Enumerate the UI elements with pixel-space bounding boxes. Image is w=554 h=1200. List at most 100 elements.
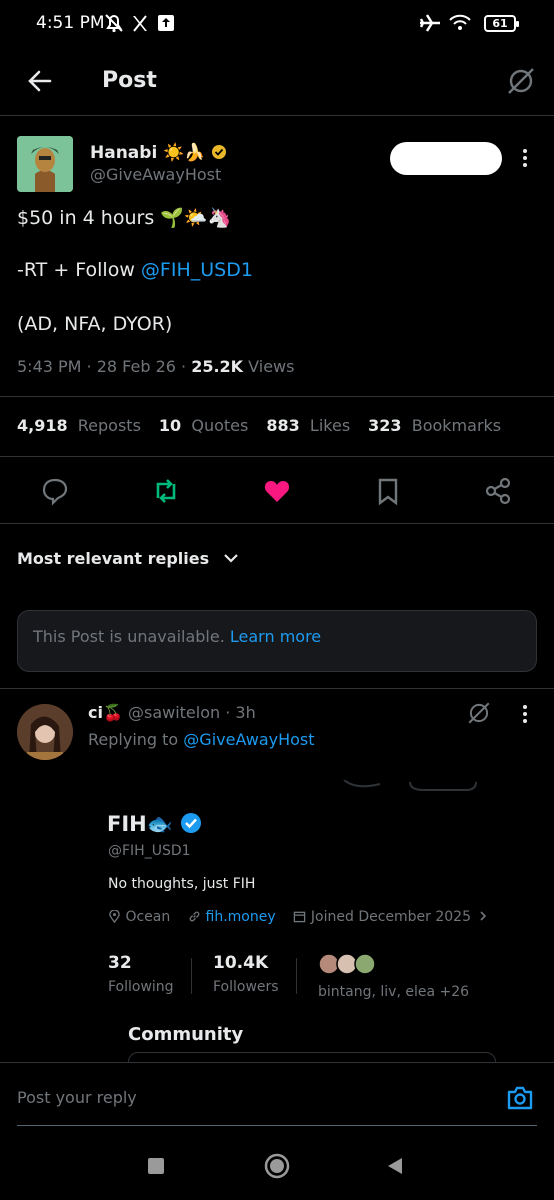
likes-stat[interactable]: 883 Likes (266, 416, 350, 435)
reply-avatar-image (17, 704, 73, 760)
post-line-1: $50 in 4 hours 🌱🌤️🦄 (17, 207, 232, 229)
location-icon (109, 909, 120, 924)
reply-input[interactable]: Post your reply (17, 1088, 137, 1107)
followers-label: Followers (213, 979, 279, 995)
following-count: 32 (108, 953, 132, 973)
engagement-stats: 4,918 Reposts 10 Quotes 883 Likes 323 Bookm… (17, 416, 501, 435)
divider (0, 688, 554, 689)
follower-avatars (318, 953, 376, 975)
bookmarks-count: 323 (368, 416, 402, 435)
author-name[interactable]: Hanabi ☀️🍌 (90, 143, 227, 163)
verified-gold-badge-icon (212, 145, 227, 159)
profile-card-handle: @FIH_USD1 (108, 843, 191, 859)
views-count: 25.2K (191, 357, 244, 376)
bookmark-icon[interactable] (373, 476, 403, 506)
status-bar: 4:51 PM 61 (0, 0, 554, 48)
replying-to-prefix: Replying to (88, 730, 184, 749)
reply-sort-dropdown[interactable]: Most relevant replies (17, 549, 239, 568)
grok-icon[interactable] (466, 700, 492, 726)
followed-by-names: bintang, liv, elea +26 (318, 984, 470, 1000)
page-title: Post (102, 68, 157, 93)
airplane-icon (419, 14, 440, 32)
profile-location: Ocean (125, 909, 171, 925)
share-icon[interactable] (483, 476, 513, 506)
followers-count: 10.4K (213, 953, 269, 973)
home-icon[interactable] (264, 1153, 290, 1179)
bookmarks-stat[interactable]: 323 Bookmarks (368, 416, 501, 435)
status-time: 4:51 PM (36, 13, 105, 33)
reposts-label: Reposts (77, 416, 141, 435)
author-name-text: Hanabi (90, 143, 158, 163)
cropped-buttons-edge (343, 780, 477, 791)
post-meta: 5:43 PM · 28 Feb 26 · 25.2K Views (17, 357, 294, 376)
top-app-bar: Post (0, 48, 554, 116)
divider (0, 523, 554, 524)
reply-icon[interactable] (40, 476, 70, 506)
chevron-down-icon (223, 554, 238, 563)
quotes-count: 10 (158, 416, 182, 435)
quotes-label: Quotes (191, 416, 249, 435)
author-handle[interactable]: @GiveAwayHost (90, 165, 221, 184)
wifi-icon (449, 14, 471, 30)
link-icon (189, 911, 200, 922)
author-avatar[interactable] (17, 136, 73, 192)
likes-count: 883 (266, 416, 300, 435)
unavailable-text: This Post is unavailable. (33, 627, 230, 646)
following-stat: 32 Following (108, 953, 174, 995)
grok-icon[interactable] (505, 65, 537, 97)
bookmarks-label: Bookmarks (411, 416, 502, 435)
likes-label: Likes (309, 416, 351, 435)
camera-icon[interactable] (506, 1085, 534, 1111)
profile-website: fih.money (205, 909, 276, 925)
reply-more-options-icon[interactable] (515, 702, 535, 726)
post-line-3: (AD, NFA, DYOR) (17, 313, 173, 335)
author-avatar-image (17, 136, 73, 192)
battery-indicator: 61 (484, 15, 519, 32)
community-heading: Community (128, 1024, 244, 1045)
post-timestamp[interactable]: 5:43 PM · 28 Feb 26 · (17, 357, 191, 376)
x-logo-icon (133, 15, 147, 32)
profile-card-name-text: FIH🐟 (107, 812, 173, 836)
profile-card-name: FIH🐟 (107, 812, 202, 837)
calendar-icon (294, 911, 306, 923)
reposts-stat[interactable]: 4,918 Reposts (17, 416, 141, 435)
views-label: Views (243, 357, 295, 376)
post-line-2-text: -RT + Follow (17, 259, 141, 281)
profile-joined: Joined December 2025 (310, 909, 471, 925)
author-name-emojis: ☀️🍌 (163, 143, 206, 163)
repost-icon[interactable] (151, 476, 181, 506)
mention-link[interactable]: @FIH_USD1 (141, 259, 253, 281)
upload-icon (158, 15, 174, 31)
reply-input-underline (17, 1125, 537, 1126)
followed-by: bintang, liv, elea +26 (318, 953, 469, 1000)
divider (0, 396, 554, 397)
chevron-right-icon (480, 911, 487, 921)
follow-button[interactable]: Follow (390, 142, 502, 175)
reposts-count: 4,918 (17, 416, 68, 435)
learn-more-link[interactable]: Learn more (230, 627, 321, 646)
back-arrow-icon[interactable] (27, 68, 53, 94)
divider (296, 958, 297, 994)
quotes-stat[interactable]: 10 Quotes (159, 416, 248, 435)
followers-stat: 10.4K Followers (213, 953, 279, 995)
profile-card-bio: No thoughts, just FIH (108, 876, 256, 892)
replying-to: Replying to @GiveAwayHost (88, 730, 315, 749)
like-icon[interactable] (262, 476, 292, 506)
unavailable-post-notice: This Post is unavailable. Learn more (17, 610, 537, 672)
divider (0, 456, 554, 457)
reply-header: ci🍒 @sawitelon · 3h (88, 703, 256, 722)
verified-badge-icon (181, 813, 202, 833)
more-options-icon[interactable] (515, 146, 535, 170)
recents-icon[interactable] (148, 1158, 164, 1174)
following-label: Following (108, 979, 174, 995)
muted-bell-icon (105, 14, 123, 33)
profile-card-meta: Ocean fih.money Joined December 2025 (108, 909, 489, 925)
back-icon[interactable] (386, 1157, 404, 1175)
reply-handle-time[interactable]: @sawitelon · 3h (123, 703, 256, 722)
reply-author-name[interactable]: ci🍒 (88, 703, 123, 722)
divider (191, 958, 192, 994)
reply-avatar[interactable] (17, 704, 73, 760)
reply-sort-label: Most relevant replies (17, 549, 210, 568)
post-line-2: -RT + Follow @FIH_USD1 (17, 259, 253, 281)
replying-to-handle[interactable]: @GiveAwayHost (183, 730, 314, 749)
